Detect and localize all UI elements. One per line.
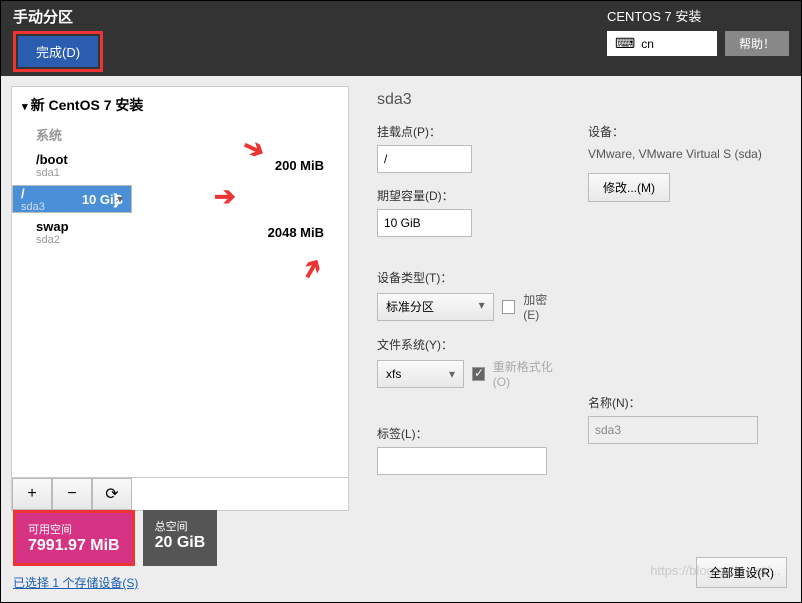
device-text: VMware, VMware Virtual S (sda) xyxy=(588,145,773,163)
mount-input[interactable] xyxy=(377,145,472,173)
partition-name: sda3 xyxy=(377,91,773,109)
label-label: 标签(L)： xyxy=(377,425,562,442)
help-button[interactable]: 帮助！ xyxy=(725,31,789,56)
done-button[interactable]: 完成(D) xyxy=(18,36,98,67)
fs-select[interactable]: xfs xyxy=(377,360,464,388)
storage-link[interactable]: 已选择 1 个存储设备(S) xyxy=(13,574,138,591)
partition-row-root[interactable]: /sda3 10 GiB ❯ xyxy=(12,185,132,213)
watermark: https://blog.csdn.net/... xyxy=(650,563,781,578)
modify-button[interactable]: 修改...(M) xyxy=(588,173,670,202)
label-input[interactable] xyxy=(377,447,547,475)
device-label: 设备： xyxy=(588,123,773,140)
done-highlight: 完成(D) xyxy=(13,31,103,72)
partition-row-swap[interactable]: swapsda2 2048 MiB xyxy=(12,213,348,252)
devtype-label: 设备类型(T)： xyxy=(377,269,562,286)
encrypt-checkbox[interactable] xyxy=(502,300,516,314)
capacity-label: 期望容量(D)： xyxy=(377,187,562,204)
partition-tree: 新 CentOS 7 安装 系统 /bootsda1 200 MiB /sda3… xyxy=(11,86,349,511)
annotation-arrow-icon: ➔ xyxy=(214,181,236,212)
capacity-input[interactable] xyxy=(377,209,472,237)
reformat-label: 重新格式化(O) xyxy=(493,358,562,389)
keyboard-indicator[interactable]: cn xyxy=(607,31,717,56)
install-title: CENTOS 7 安装 xyxy=(607,6,701,25)
devtype-select[interactable]: 标准分区 xyxy=(377,293,494,321)
chevron-right-icon: ❯ xyxy=(111,191,123,208)
fs-label: 文件系统(Y)： xyxy=(377,336,562,353)
page-title: 手动分区 xyxy=(13,6,103,27)
encrypt-label: 加密(E) xyxy=(523,291,562,322)
name-label: 名称(N)： xyxy=(588,394,773,411)
available-space-box: 可用空间 7991.97 MiB xyxy=(13,510,135,566)
partition-row-boot[interactable]: /bootsda1 200 MiB xyxy=(12,146,348,185)
reformat-checkbox xyxy=(472,367,485,381)
total-space-box: 总空间 20 GiB xyxy=(143,510,218,566)
system-label: 系统 xyxy=(12,123,348,146)
install-group[interactable]: 新 CentOS 7 安装 xyxy=(12,87,348,123)
name-input xyxy=(588,416,758,444)
mount-label: 挂载点(P)： xyxy=(377,123,562,140)
